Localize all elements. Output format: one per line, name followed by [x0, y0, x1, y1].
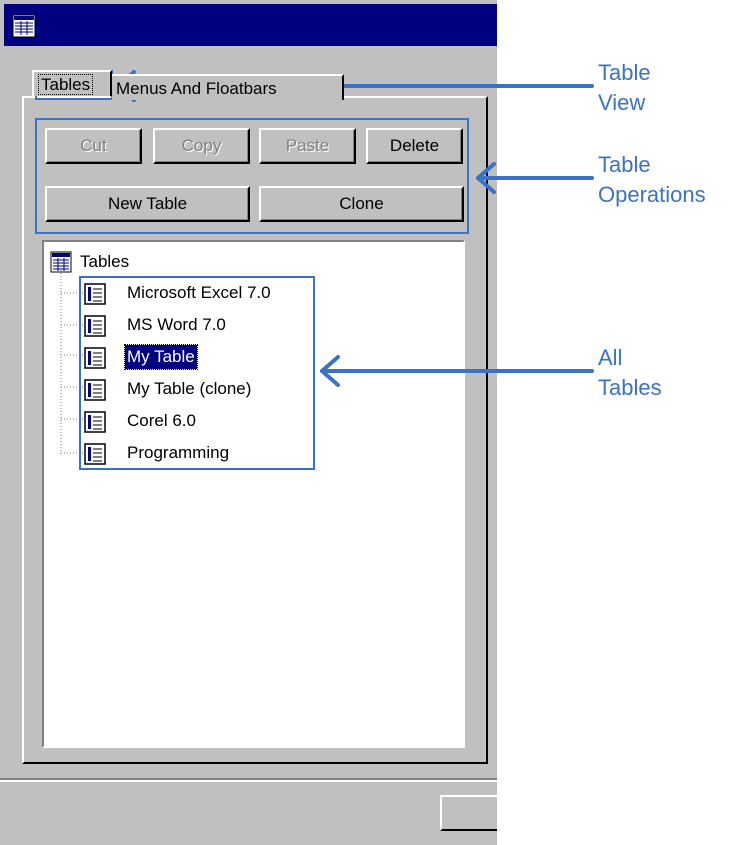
annotation-line: Table: [598, 152, 651, 177]
tree-root-label[interactable]: Tables: [80, 250, 129, 274]
annotation-line: View: [598, 90, 646, 115]
annotation-line: Tables: [598, 375, 662, 400]
table-operations-highlight: [35, 118, 469, 234]
tab-label: Tables: [38, 74, 94, 95]
annotation-line: All: [598, 345, 623, 370]
all-tables-highlight: [79, 276, 315, 470]
table-operations-annotation: Table Operations: [598, 150, 706, 210]
tab-tables[interactable]: Tables: [32, 70, 112, 96]
title-bar[interactable]: [4, 4, 497, 46]
annotation-line: Operations: [598, 182, 706, 207]
table-window-icon: [12, 14, 36, 38]
tab-menus-and-floatbars[interactable]: Menus And Floatbars: [112, 74, 344, 100]
status-divider-highlight: [0, 780, 497, 782]
status-button[interactable]: [440, 795, 497, 831]
tab-label: Menus And Floatbars: [116, 79, 277, 98]
table-view-annotation: Table View: [598, 58, 651, 118]
all-tables-annotation: All Tables: [598, 343, 662, 403]
annotation-line: Table: [598, 60, 651, 85]
